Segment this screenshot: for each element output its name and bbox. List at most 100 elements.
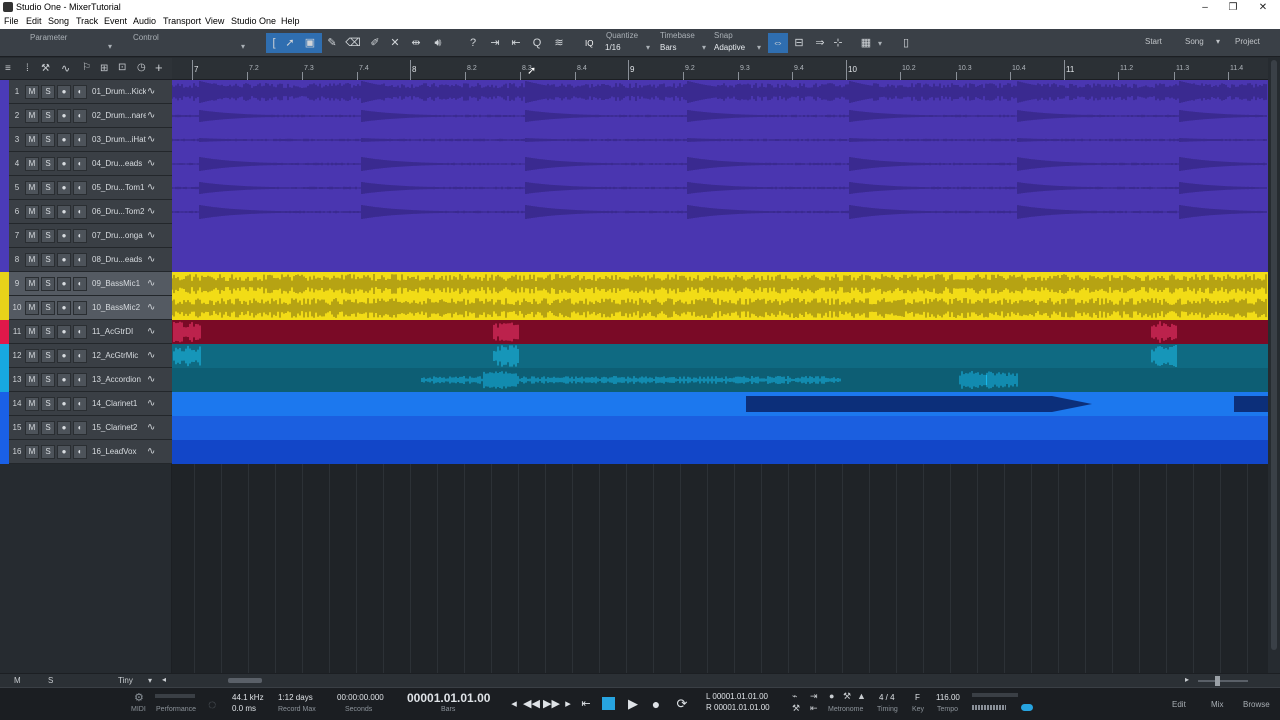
split-tool-icon[interactable]: ✎	[324, 35, 340, 51]
track-name[interactable]: 07_Dru...onga	[92, 231, 146, 240]
output-toggle[interactable]	[1021, 704, 1033, 711]
track-name[interactable]: 02_Drum...nare	[92, 111, 146, 120]
menu-transport[interactable]: Transport	[163, 16, 201, 26]
timeline-ruler[interactable]: 7 7.2 7.3 7.4 8 8.2 8.3 8.4 9 9.2 9.3 9.4 10 10.2 10.3…	[172, 58, 1268, 80]
record-arm-button[interactable]: ●	[57, 277, 71, 291]
track-lane[interactable]	[172, 440, 1268, 464]
track-color-strip[interactable]	[0, 296, 9, 320]
bars-display[interactable]: 00001.01.01.00	[407, 691, 490, 705]
solo-button[interactable]: S	[41, 397, 55, 411]
snap-select[interactable]: Adaptive	[714, 43, 745, 52]
solo-button[interactable]: S	[41, 301, 55, 315]
horizontal-scroll-thumb[interactable]	[228, 678, 262, 683]
mute-button[interactable]: M	[25, 301, 39, 315]
menu-track[interactable]: Track	[76, 16, 98, 26]
arrange-view[interactable]	[172, 80, 1268, 673]
monitor-button[interactable]: ◐	[73, 205, 87, 219]
track-lane[interactable]	[172, 248, 1268, 272]
track-name[interactable]: 12_AcGtrMic	[92, 351, 146, 360]
track-name[interactable]: 16_LeadVox	[92, 447, 146, 456]
track-header[interactable]: 7 M S ● ◐ 07_Dru...onga ∿	[0, 224, 172, 248]
metronome-settings-icon[interactable]: ▲	[857, 691, 866, 701]
scroll-right-icon[interactable]: ▸	[1185, 675, 1189, 684]
fast-forward-icon[interactable]: ▶▶	[543, 696, 560, 712]
go-to-end-icon[interactable]: ⇤	[578, 696, 594, 712]
range-tool-icon[interactable]: ▣	[302, 35, 318, 51]
record-arm-button[interactable]: ●	[57, 253, 71, 267]
track-name[interactable]: 01_Drum...Kick	[92, 87, 146, 96]
loop-end[interactable]: R 00001.01.01.00	[706, 703, 770, 712]
track-lane[interactable]	[172, 320, 1268, 344]
quantize-dropdown-icon[interactable]: ▾	[646, 43, 650, 52]
track-color-strip[interactable]	[0, 248, 9, 272]
time-signature[interactable]: 4 / 4	[879, 693, 895, 702]
record-button[interactable]: ●	[648, 696, 664, 712]
solo-button[interactable]: S	[41, 229, 55, 243]
snap-to-grid-icon[interactable]: ⇤	[508, 35, 524, 51]
menu-view[interactable]: View	[205, 16, 224, 26]
iq-button[interactable]: IQ	[585, 39, 593, 48]
solo-button[interactable]: S	[41, 181, 55, 195]
tool-wrench-icon[interactable]: ⚒	[41, 63, 50, 74]
monitor-button[interactable]: ◐	[73, 373, 87, 387]
nudge-icon[interactable]: ⇒	[812, 35, 828, 51]
record-arm-button[interactable]: ●	[57, 109, 71, 123]
rewind-icon[interactable]: ◀◀	[523, 696, 540, 712]
track-lane[interactable]	[172, 224, 1268, 248]
track-name[interactable]: 08_Dru...eads	[92, 255, 146, 264]
paint-tool-icon[interactable]: ✐	[367, 35, 383, 51]
track-header[interactable]: 13 M S ● ◐ 13_Accordion ∿	[0, 368, 172, 392]
menu-help[interactable]: Help	[281, 16, 300, 26]
monitor-button[interactable]: ◐	[73, 253, 87, 267]
monitor-button[interactable]: ◐	[73, 277, 87, 291]
track-header[interactable]: 1 M S ● ◐ 01_Drum...Kick ∿	[0, 80, 172, 104]
track-header[interactable]: 4 M S ● ◐ 04_Dru...eads ∿	[0, 152, 172, 176]
track-name[interactable]: 03_Drum...iHat	[92, 135, 146, 144]
track-name[interactable]: 14_Clarinet1	[92, 399, 146, 408]
mute-button[interactable]: M	[25, 229, 39, 243]
mute-button[interactable]: M	[25, 421, 39, 435]
monitor-button[interactable]: ◐	[73, 133, 87, 147]
forward-icon[interactable]: ▸	[560, 696, 576, 712]
track-color-strip[interactable]	[0, 392, 9, 416]
edit-view-button[interactable]: Edit	[1172, 700, 1186, 709]
solo-button[interactable]: S	[41, 373, 55, 387]
mute-button[interactable]: M	[25, 445, 39, 459]
track-color-strip[interactable]	[0, 176, 9, 200]
quantize-select[interactable]: 1/16	[605, 43, 621, 52]
return-to-zero-icon[interactable]: ◂	[506, 696, 522, 712]
solo-button[interactable]: S	[41, 133, 55, 147]
cursor-follows-icon[interactable]: ⊹	[830, 35, 846, 51]
track-header[interactable]: 10 M S ● ◐ 10_BassMic2 ∿	[0, 296, 172, 320]
snap-dropdown-icon[interactable]: ▾	[757, 43, 761, 52]
track-name[interactable]: 04_Dru...eads	[92, 159, 146, 168]
mute-button[interactable]: M	[25, 277, 39, 291]
start-button[interactable]: Start	[1145, 37, 1162, 46]
monitor-button[interactable]: ◐	[73, 229, 87, 243]
close-button[interactable]: ✕	[1248, 0, 1278, 15]
track-header[interactable]: 9 M S ● ◐ 09_BassMic1 ∿	[0, 272, 172, 296]
play-button[interactable]: ▶	[625, 696, 641, 712]
monitor-button[interactable]: ◐	[73, 445, 87, 459]
autoscroll-icon[interactable]: ≋	[551, 35, 567, 51]
track-color-strip[interactable]	[0, 440, 9, 464]
record-arm-button[interactable]: ●	[57, 445, 71, 459]
add-track-icon[interactable]: +	[155, 60, 163, 75]
track-name[interactable]: 06_Dru...Tom2	[92, 207, 146, 216]
monitor-button[interactable]: ◐	[73, 325, 87, 339]
maximize-button[interactable]: ❐	[1218, 0, 1248, 15]
browse-button[interactable]: Browse	[1243, 700, 1270, 709]
track-height-select[interactable]: Tiny	[118, 676, 133, 685]
loop-button[interactable]: ⟳	[674, 696, 690, 712]
menu-icon[interactable]: ≡	[5, 63, 11, 74]
track-lane[interactable]	[172, 344, 1268, 368]
snap-toggle-icon[interactable]: ⇔	[770, 35, 786, 51]
solo-button[interactable]: S	[41, 277, 55, 291]
monitor-button[interactable]: ◐	[73, 85, 87, 99]
track-color-strip[interactable]	[0, 320, 9, 344]
mute-button[interactable]: M	[25, 373, 39, 387]
mute-button[interactable]: M	[25, 85, 39, 99]
record-arm-button[interactable]: ●	[57, 205, 71, 219]
solo-button[interactable]: S	[41, 109, 55, 123]
solo-button[interactable]: S	[41, 445, 55, 459]
